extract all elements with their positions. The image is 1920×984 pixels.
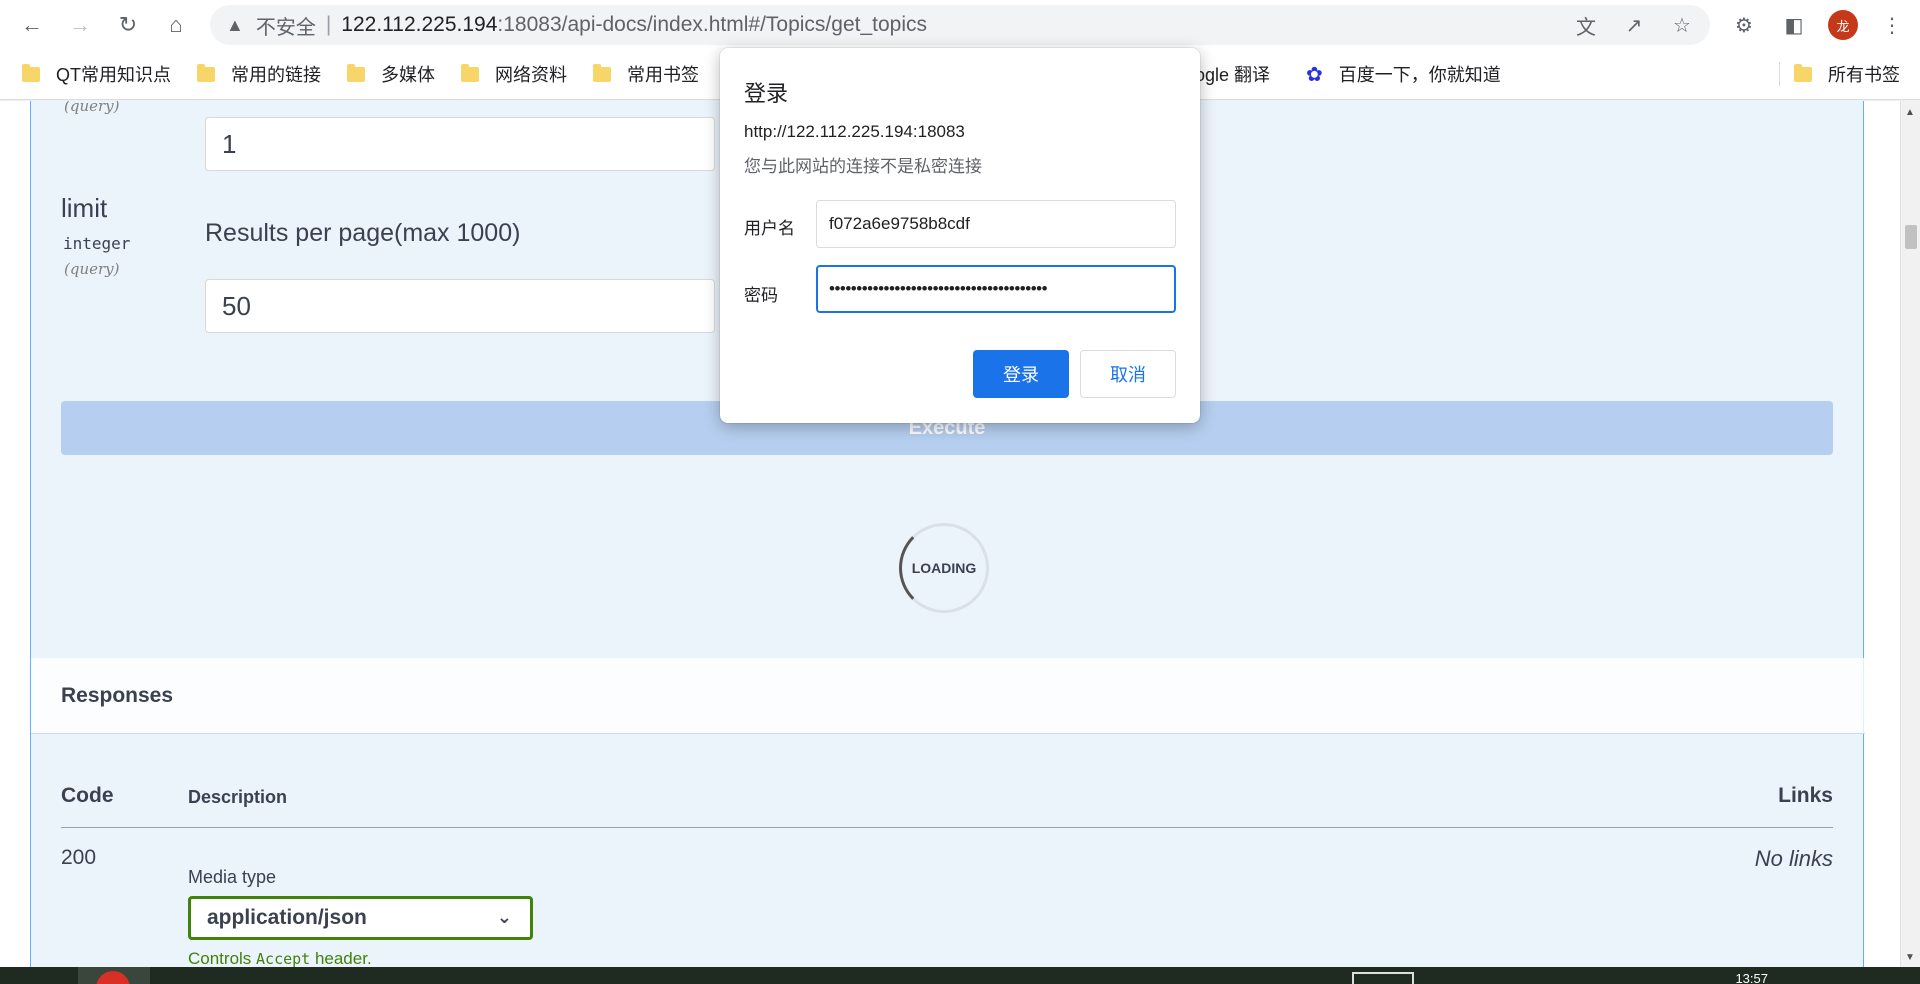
response-links: No links — [1754, 846, 1833, 871]
scroll-thumb[interactable] — [1905, 225, 1917, 249]
insecure-label[interactable]: 不安全 — [256, 11, 316, 40]
bookmark-label: 常用书签 — [627, 65, 699, 85]
reload-icon[interactable]: ↻ — [112, 9, 144, 41]
taskbar-clock: 13:57 — [1735, 971, 1768, 984]
bookmark-label: 百度一下，你就知道 — [1338, 65, 1501, 85]
folder-icon — [347, 63, 365, 82]
bookmark-label: ogle 翻译 — [1195, 65, 1271, 85]
url-host: 122.112.225.194 — [341, 13, 498, 36]
bookmark-folder-network[interactable]: 网络资料 — [461, 61, 567, 87]
controls-accept-note: Controls Accept header. — [188, 949, 372, 967]
omnibox-actions: 文 ↗ ☆ — [1572, 11, 1696, 39]
folder-icon — [593, 63, 611, 82]
param-limit-name: limit — [61, 193, 108, 223]
controls-suffix: header. — [310, 949, 372, 967]
col-description: Description — [188, 787, 288, 807]
extensions-icon[interactable]: ⚙ — [1728, 9, 1760, 41]
col-code: Code — [61, 784, 114, 807]
folder-icon — [22, 63, 40, 82]
controls-code: Accept — [256, 950, 311, 967]
forward-icon[interactable]: → — [64, 9, 96, 41]
param-limit-type: integer — [63, 234, 131, 253]
password-label: 密码 — [744, 286, 778, 305]
username-label: 用户名 — [744, 219, 795, 238]
bookmark-label: 网络资料 — [495, 65, 567, 85]
param-limit-in: (query) — [64, 260, 120, 278]
limit-input[interactable]: 50 — [205, 279, 715, 333]
share-icon[interactable]: ↗ — [1620, 11, 1648, 39]
bookmark-baidu[interactable]: ✿ 百度一下，你就知道 — [1306, 56, 1501, 92]
taskbar-tray-item[interactable] — [1352, 972, 1414, 984]
chrome-taskbar-icon — [96, 971, 130, 984]
cancel-button[interactable]: 取消 — [1080, 350, 1176, 398]
scroll-down-icon[interactable]: ▼ — [1905, 952, 1915, 963]
bookmark-label: 多媒体 — [381, 65, 435, 85]
bookmark-label: 所有书签 — [1828, 65, 1900, 85]
media-type-value: application/json — [207, 906, 367, 929]
loading-spinner: LOADING — [899, 523, 989, 613]
bookmark-label: 常用的链接 — [231, 65, 321, 85]
baidu-icon: ✿ — [1306, 63, 1323, 86]
bookmark-folder-qt[interactable]: QT常用知识点 — [22, 61, 171, 87]
dialog-url: http://122.112.225.194:18083 — [744, 122, 965, 141]
param-limit-description: Results per page(max 1000) — [205, 219, 521, 247]
password-field[interactable]: •••••••••••••••••••••••••••••••••••••••• — [816, 265, 1176, 313]
folder-icon — [197, 63, 215, 82]
home-icon[interactable]: ⌂ — [160, 9, 192, 41]
media-type-select[interactable]: application/json ⌄ — [188, 896, 533, 940]
profile-avatar[interactable]: 龙 — [1828, 10, 1858, 40]
toolbar-right: ⚙ ◧ 龙 ⋮ — [1728, 9, 1908, 41]
responses-divider — [61, 827, 1833, 828]
bookmark-star-icon[interactable]: ☆ — [1668, 11, 1696, 39]
bookmark-folder-media[interactable]: 多媒体 — [347, 61, 435, 87]
os-taskbar: 13:57 — [0, 967, 1920, 984]
side-panel-icon[interactable]: ◧ — [1778, 9, 1810, 41]
translate-icon[interactable]: 文 — [1572, 11, 1600, 39]
bookmark-all[interactable]: 所有书签 — [1794, 56, 1900, 92]
url-path: :18083/api-docs/index.html#/Topics/get_t… — [497, 13, 927, 36]
controls-prefix: Controls — [188, 949, 257, 967]
col-links: Links — [1778, 784, 1833, 807]
media-type-label: Media type — [188, 867, 277, 887]
chevron-down-icon: ⌄ — [496, 907, 512, 927]
bookmark-folder-common[interactable]: 常用书签 — [593, 61, 699, 87]
bookmarks-divider — [1779, 62, 1780, 86]
scroll-up-icon[interactable]: ▲ — [1905, 107, 1915, 118]
login-button[interactable]: 登录 — [973, 350, 1069, 398]
param-page-in: (query) — [64, 101, 120, 115]
folder-icon — [461, 63, 479, 82]
url-separator: | — [325, 13, 332, 36]
dialog-security-note: 您与此网站的连接不是私密连接 — [744, 157, 982, 176]
page-scrollbar[interactable]: ▲ ▼ — [1900, 101, 1920, 967]
response-code: 200 — [61, 846, 97, 869]
folder-icon — [1794, 63, 1812, 82]
dialog-title: 登录 — [744, 81, 789, 106]
http-auth-dialog: 登录 http://122.112.225.194:18083 您与此网站的连接… — [720, 48, 1200, 423]
page-input[interactable]: 1 — [205, 117, 715, 171]
username-field[interactable]: f072a6e9758b8cdf — [816, 200, 1176, 248]
address-bar[interactable]: ▲ 不安全 | 122.112.225.194 :18083/api-docs/… — [210, 5, 1710, 45]
bookmark-translate[interactable]: ogle 翻译 — [1195, 56, 1270, 92]
menu-icon[interactable]: ⋮ — [1876, 9, 1908, 41]
responses-header: Responses — [31, 658, 1865, 734]
bookmark-folder-links[interactable]: 常用的链接 — [197, 61, 321, 87]
responses-title: Responses — [61, 684, 174, 707]
back-icon[interactable]: ← — [16, 9, 48, 41]
warning-icon[interactable]: ▲ — [226, 15, 244, 36]
taskbar-active-app[interactable] — [78, 967, 150, 984]
bookmark-label: QT常用知识点 — [56, 65, 171, 85]
browser-toolbar: ← → ↻ ⌂ ▲ 不安全 | 122.112.225.194 :18083/a… — [0, 0, 1920, 50]
